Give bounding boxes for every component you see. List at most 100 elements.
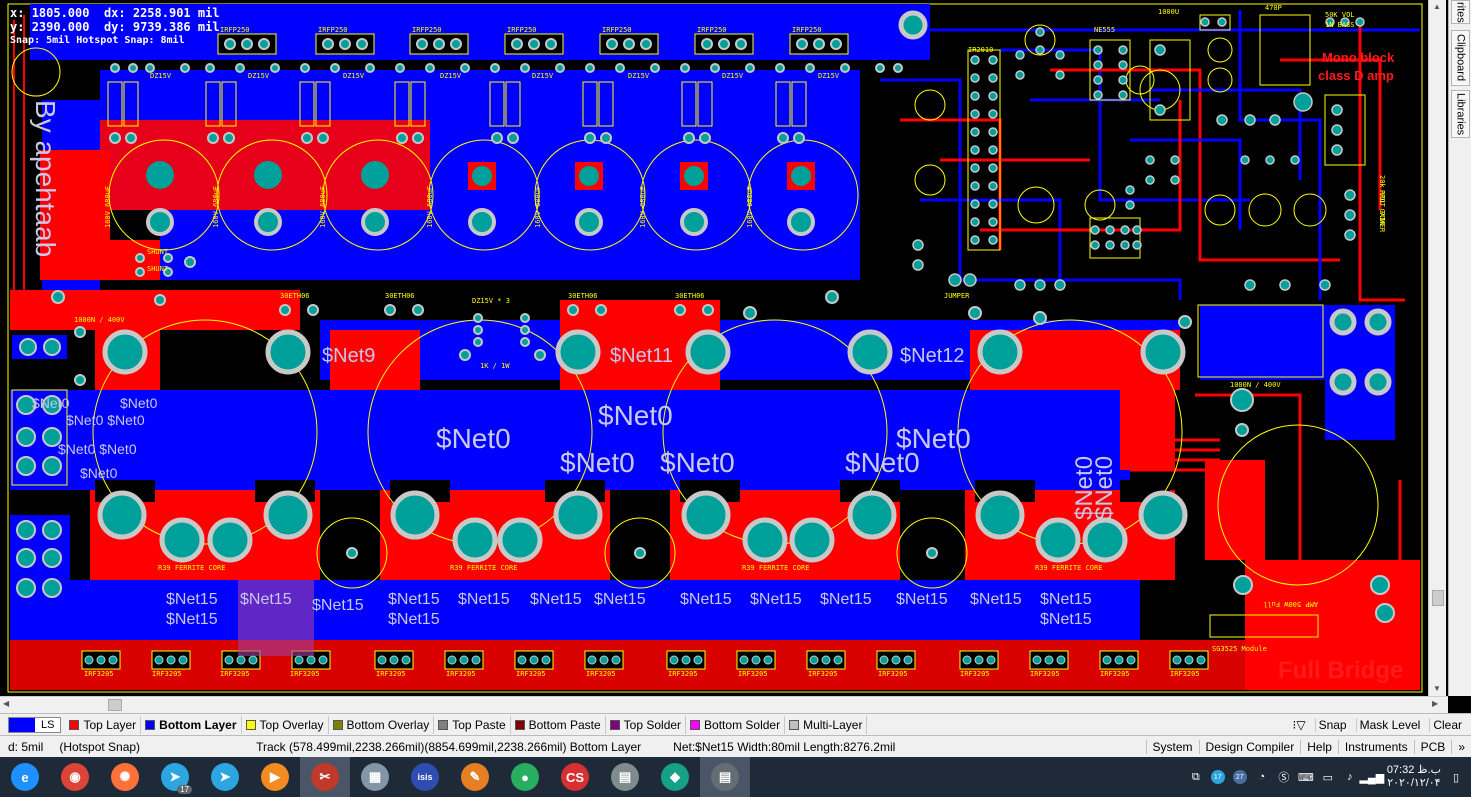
scroll-left-icon[interactable]: ◀ [3, 699, 9, 708]
scroll-right-icon[interactable]: ▶ [1432, 699, 1438, 708]
tray-telegram-icon[interactable]: 17 [1210, 770, 1225, 784]
horizontal-scroll-thumb[interactable] [108, 699, 122, 711]
layer-tab-top-overlay[interactable]: Top Overlay [242, 715, 329, 734]
tray-signal-icon[interactable]: ▂▄▆ [1359, 770, 1384, 784]
panel-instruments[interactable]: Instruments [1337, 739, 1414, 754]
panel-help[interactable]: Help [1300, 739, 1338, 754]
tray-battery-icon[interactable]: ▭ [1321, 770, 1335, 784]
vertical-scrollbar[interactable]: ▲ ▼ [1428, 0, 1446, 696]
svg-text:$Net0: $Net0 [80, 465, 118, 481]
current-layer-indicator[interactable]: LS [8, 716, 62, 733]
svg-text:30ETH06: 30ETH06 [675, 292, 705, 300]
eagle-glyph: CS [561, 763, 589, 791]
svg-text:IRFP250: IRFP250 [412, 26, 442, 34]
layer-tab-bottom-paste[interactable]: Bottom Paste [511, 715, 606, 734]
svg-text:R39 FERRITE CORE: R39 FERRITE CORE [1035, 564, 1102, 572]
snap-button[interactable]: Snap [1314, 717, 1350, 732]
mask-level-button[interactable]: Mask Level [1355, 717, 1424, 732]
svg-text:$Net15: $Net15 [458, 591, 510, 608]
vertical-scroll-thumb[interactable] [1432, 590, 1444, 606]
taskbar-isis-icon[interactable]: isis [400, 757, 450, 797]
layer-tab-bottom-layer[interactable]: Bottom Layer [141, 715, 242, 734]
svg-text:R39 FERRITE CORE: R39 FERRITE CORE [742, 564, 809, 572]
layer-tab-top-solder[interactable]: Top Solder [606, 715, 687, 734]
svg-text:IRF3205: IRF3205 [1170, 670, 1200, 678]
notification-icon[interactable]: ▯ [1449, 770, 1463, 784]
taskbar-ie-icon[interactable]: e [0, 757, 50, 797]
scroll-up-icon[interactable]: ▲ [1433, 2, 1441, 11]
altium-glyph: ✂ [311, 763, 339, 791]
svg-text:160V 680uF: 160V 680uF [426, 186, 434, 228]
layer-color-swatch [514, 719, 525, 730]
svg-text:$Net15: $Net15 [820, 591, 872, 608]
taskbar-media-icon[interactable]: ▶ [250, 757, 300, 797]
windows-taskbar: e ◉ ✺ ➤ 17 ➤ ▶ ✂ ▦ isis ✎ ● CS ▤ ◆ ▤ ⧉ 17 27 ◔ Ⓢ ⌨ ▭ ♪ … [0, 757, 1471, 797]
dock-tab-favorites[interactable]: rites [1451, 0, 1470, 24]
dock-tab-libraries[interactable]: Libraries [1451, 90, 1470, 138]
taskbar-book-2-icon[interactable]: ▤ [700, 757, 750, 797]
system-tray: ⧉ 17 27 ◔ Ⓢ ⌨ ▭ ♪ ▂▄▆ 07:32 ب.ظ ۲۰۲۰/۱۲/… [1189, 764, 1471, 790]
svg-text:$Net0: $Net0 [32, 395, 70, 411]
layer-tab-label: Bottom Overlay [346, 717, 430, 732]
layer-nav-icon[interactable]: ⁝▽ [1290, 718, 1309, 732]
svg-text:50K VOL: 50K VOL [1325, 11, 1355, 19]
taskbar-altium-icon[interactable]: ✂ [300, 757, 350, 797]
svg-text:$Net15: $Net15 [312, 597, 364, 614]
svg-text:IRFP250: IRFP250 [318, 26, 348, 34]
taskbar-map-icon[interactable]: ◆ [650, 757, 700, 797]
taskbar-clock[interactable]: 07:32 ب.ظ ۲۰۲۰/۱۲/۰۴ [1387, 764, 1441, 790]
tray-network-icon[interactable]: ◔ [1255, 770, 1269, 784]
panel-design-compiler[interactable]: Design Compiler [1198, 739, 1301, 754]
clock-date: ۲۰۲۰/۱۲/۰۴ [1387, 777, 1441, 789]
layer-tab-top-layer[interactable]: Top Layer [65, 715, 142, 734]
taskbar-calculator-icon[interactable]: ▦ [350, 757, 400, 797]
tray-skype-icon[interactable]: Ⓢ [1277, 770, 1291, 784]
taskbar-paint-icon[interactable]: ✎ [450, 757, 500, 797]
layer-tab-bottom-solder[interactable]: Bottom Solder [686, 715, 786, 734]
pcb-board-svg[interactable]: $Net9 $Net11 $Net12 $Net0 $Net0 $Net0 $N… [0, 0, 1428, 696]
taskbar-telegram-2-icon[interactable]: ➤ [200, 757, 250, 797]
taskbar-chrome-icon[interactable]: ◉ [50, 757, 100, 797]
svg-text:IRF3205: IRF3205 [152, 670, 182, 678]
mirrored-author-text: By apehtaab [30, 100, 61, 257]
panel-pcb[interactable]: PCB [1413, 739, 1452, 754]
svg-text:1000U: 1000U [1158, 8, 1179, 16]
layer-tab-bottom-overlay[interactable]: Bottom Overlay [329, 715, 435, 734]
taskbar-firefox-icon[interactable]: ✺ [100, 757, 150, 797]
pcb-canvas[interactable]: $Net9 $Net11 $Net12 $Net0 $Net0 $Net0 $N… [0, 0, 1428, 696]
tray-language-icon[interactable]: ⌨ [1298, 770, 1314, 784]
svg-text:DZ15V * 3: DZ15V * 3 [472, 297, 510, 305]
tray-capture-icon[interactable]: ⧉ [1189, 770, 1203, 784]
taskbar-telegram-1-icon[interactable]: ➤ 17 [150, 757, 200, 797]
layer-tab-label: Multi-Layer [803, 717, 863, 732]
scroll-down-icon[interactable]: ▼ [1433, 684, 1441, 693]
svg-text:160V 680uF: 160V 680uF [639, 186, 647, 228]
book-2-glyph: ▤ [711, 763, 739, 791]
clear-button[interactable]: Clear [1429, 717, 1465, 732]
horizontal-scrollbar[interactable]: ◀ ▶ [0, 696, 1448, 713]
tray-badge-icon[interactable]: 27 [1232, 770, 1247, 784]
svg-text:IRFP250: IRFP250 [602, 26, 632, 34]
layer-tab-top-paste[interactable]: Top Paste [434, 715, 511, 734]
svg-text:30ETH06: 30ETH06 [280, 292, 310, 300]
svg-text:IRF3205: IRF3205 [1100, 670, 1130, 678]
telegram-2-glyph: ➤ [211, 763, 239, 791]
tray-volume-icon[interactable]: ♪ [1343, 770, 1357, 784]
svg-text:$Net15: $Net15 [750, 591, 802, 608]
taskbar-eagle-icon[interactable]: CS [550, 757, 600, 797]
title-full-bridge: Full Bridge [1278, 657, 1403, 684]
svg-text:R39 FERRITE CORE: R39 FERRITE CORE [450, 564, 517, 572]
taskbar-pcb-tool-icon[interactable]: ● [500, 757, 550, 797]
layer-color-swatch [690, 719, 701, 730]
taskbar-book-1-icon[interactable]: ▤ [600, 757, 650, 797]
taskbar-badge: 17 [177, 785, 192, 794]
svg-text:$Net15: $Net15 [680, 591, 732, 608]
panel-more-icon[interactable]: » [1451, 739, 1471, 754]
altium-pcb-window: $Net9 $Net11 $Net12 $Net0 $Net0 $Net0 $N… [0, 0, 1471, 797]
status-hotspot: (Hotspot Snap) [59, 739, 141, 754]
svg-text:30ETH06: 30ETH06 [568, 292, 598, 300]
panel-system[interactable]: System [1145, 739, 1199, 754]
svg-text:SHUNT: SHUNT [147, 265, 169, 273]
layer-tab-multi-layer[interactable]: Multi-Layer [785, 715, 868, 734]
dock-tab-clipboard[interactable]: Clipboard [1451, 30, 1470, 86]
